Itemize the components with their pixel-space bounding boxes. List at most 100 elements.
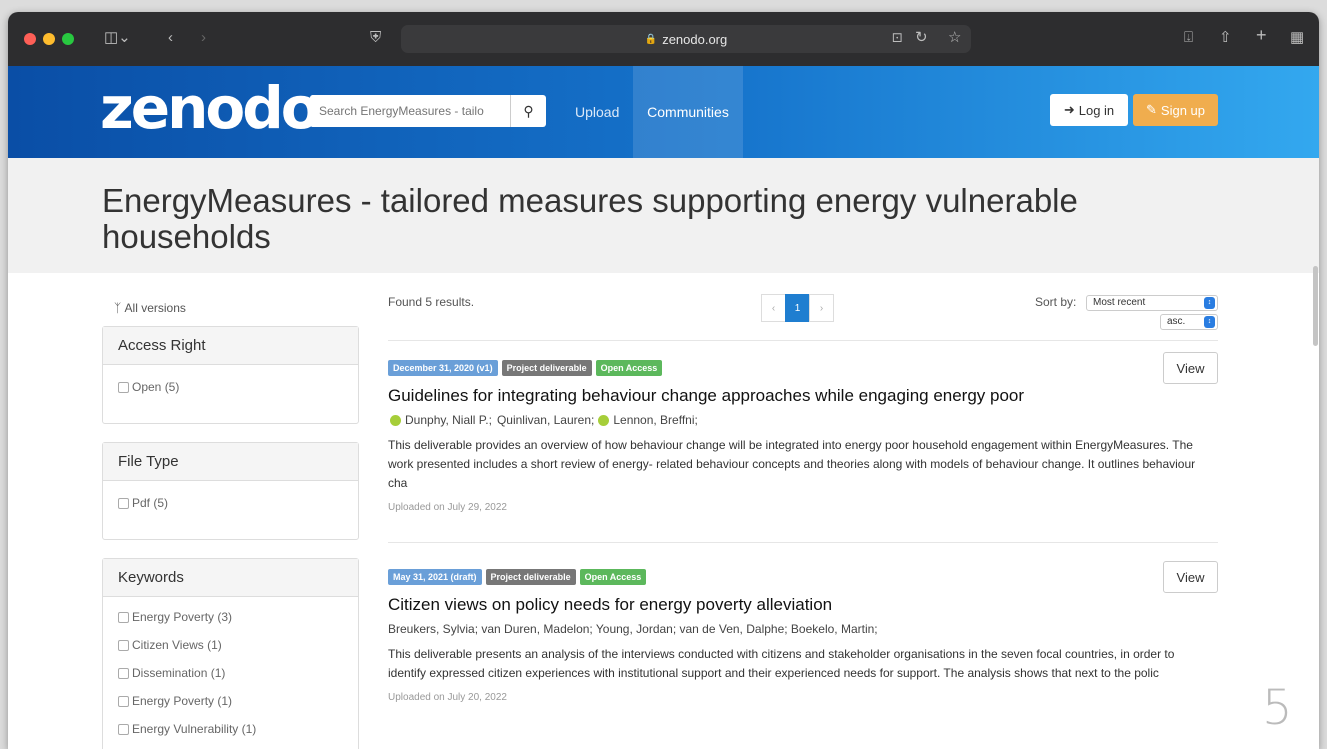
search-icon: ⚲ (523, 102, 534, 119)
share-icon[interactable]: ⇧ (1219, 29, 1232, 47)
checkbox[interactable] (118, 611, 129, 623)
facet-file-type: File Type Pdf (5) (102, 442, 359, 540)
result-record: December 31, 2020 (v1) Project deliverab… (388, 360, 1218, 513)
chevron-updown-icon: ↕ (1204, 316, 1215, 328)
main-content: ᛉ All versions Access Right Open (5) Fil… (8, 273, 1319, 749)
view-button[interactable]: View (1163, 561, 1218, 593)
access-badge: Open Access (579, 569, 647, 585)
url-text: zenodo.org (662, 31, 728, 47)
sort-select[interactable]: Most recent ↕ (1086, 295, 1218, 311)
checkbox[interactable] (118, 695, 129, 707)
orcid-icon[interactable] (598, 414, 610, 426)
search-input[interactable] (310, 95, 510, 127)
search-button[interactable]: ⚲ (510, 95, 546, 127)
record-description: This deliverable presents an analysis of… (388, 647, 1175, 680)
back-icon[interactable]: ‹ (168, 29, 173, 47)
window-controls (24, 33, 74, 45)
type-badge: Project deliverable (501, 360, 592, 376)
tab-overview-icon[interactable]: ▦ (1290, 29, 1304, 47)
sidebar-toggle-icon[interactable]: ◫⌄ (104, 29, 131, 47)
facet-item-label: Energy Poverty (1) (132, 694, 233, 708)
facet-keywords: Keywords Energy Poverty (3) Citizen View… (102, 558, 359, 749)
record-title[interactable]: Guidelines for integrating behaviour cha… (388, 386, 1218, 406)
facet-item[interactable]: Energy Poverty (1) (103, 687, 358, 715)
facet-item-label: Dissemination (1) (132, 666, 226, 680)
facet-title: File Type (103, 443, 358, 481)
divider (388, 340, 1218, 341)
view-button[interactable]: View (1163, 352, 1218, 384)
type-badge: Project deliverable (485, 569, 576, 585)
reload-icon[interactable]: ↻ (915, 29, 928, 47)
checkbox[interactable] (118, 723, 129, 735)
record-authors: Breukers, Sylvia; van Duren, Madelon; Yo… (388, 622, 1218, 636)
scrollbar[interactable] (1311, 66, 1319, 366)
signup-button[interactable]: ✎ Sign up (1133, 94, 1218, 126)
downloads-icon[interactable]: ⍗ (1184, 29, 1193, 47)
prev-page-button[interactable]: ‹ (761, 294, 786, 322)
version-badge: December 31, 2020 (v1) (388, 360, 498, 376)
facet-item[interactable]: Dissemination (1) (103, 659, 358, 687)
facet-item[interactable]: Energy Vulnerability (1) (103, 715, 358, 743)
record-badges: December 31, 2020 (v1) Project deliverab… (388, 360, 1218, 376)
scrollbar-thumb[interactable] (1313, 266, 1318, 346)
sort-select-value: Most recent (1093, 297, 1146, 308)
pagination: ‹ 1 › (761, 294, 834, 322)
nav-upload[interactable]: Upload (575, 104, 619, 120)
checkbox[interactable] (118, 667, 129, 679)
translate-icon[interactable]: ⚀ (892, 29, 902, 47)
divider (388, 542, 1218, 543)
all-versions-toggle[interactable]: ᛉ All versions (114, 301, 186, 315)
facet-access-right: Access Right Open (5) (102, 326, 359, 424)
all-versions-label: All versions (124, 301, 186, 315)
chevron-updown-icon: ↕ (1204, 297, 1215, 309)
login-label: Log in (1078, 102, 1115, 118)
record-title[interactable]: Citizen views on policy needs for energy… (388, 595, 1218, 615)
slide-number: 5 (1262, 680, 1293, 736)
facet-item[interactable]: Energy Poverty (3) (103, 603, 358, 631)
versions-icon: ᛉ (114, 301, 122, 315)
checkbox[interactable] (118, 639, 129, 651)
order-select-value: asc. (1167, 316, 1186, 327)
sort-label: Sort by: (1035, 295, 1077, 309)
access-badge: Open Access (595, 360, 663, 376)
checkbox[interactable] (118, 381, 129, 393)
edit-icon: ✎ (1146, 102, 1157, 117)
bookmark-star-icon[interactable]: ☆ (948, 29, 961, 47)
order-select[interactable]: asc. ↕ (1160, 314, 1218, 330)
zenodo-logo[interactable]: zenodo (100, 74, 321, 142)
result-record: May 31, 2021 (draft) Project deliverable… (388, 569, 1218, 703)
facet-item-label: Open (5) (132, 380, 180, 394)
shield-icon[interactable]: ⛨ (370, 29, 381, 47)
author: Quinlivan, Lauren; (496, 413, 595, 427)
search-box: ⚲ (310, 95, 546, 127)
nav-communities[interactable]: Communities (633, 66, 743, 158)
facet-item-label: Energy Poverty (3) (132, 610, 233, 624)
zoom-window-button[interactable] (62, 33, 74, 45)
minimize-window-button[interactable] (43, 33, 55, 45)
close-window-button[interactable] (24, 33, 36, 45)
address-bar[interactable]: 🔒 zenodo.org (401, 25, 971, 53)
facet-title: Access Right (103, 327, 358, 365)
page-title: EnergyMeasures - tailored measures suppo… (102, 182, 1078, 255)
author: Dunphy, Niall P.; (405, 413, 492, 427)
record-description: This deliverable provides an overview of… (388, 438, 1196, 490)
signup-label: Sign up (1160, 102, 1205, 118)
facet-item[interactable]: Pdf (5) (103, 489, 358, 517)
facet-item[interactable]: Open (5) (103, 373, 358, 401)
lock-icon: 🔒 (644, 33, 658, 45)
record-upload-date: Uploaded on July 20, 2022 (388, 692, 507, 703)
checkbox[interactable] (118, 497, 129, 509)
record-upload-date: Uploaded on July 29, 2022 (388, 502, 507, 513)
facet-item[interactable]: Citizen Views (1) (103, 631, 358, 659)
forward-icon[interactable]: › (201, 29, 206, 47)
facet-item-label: Citizen Views (1) (132, 638, 222, 652)
new-tab-icon[interactable]: + (1256, 26, 1267, 44)
login-button[interactable]: ➜ Log in (1050, 94, 1128, 126)
facet-item-label: Energy Vulnerability (1) (132, 722, 257, 736)
results-count: Found 5 results. (388, 295, 475, 309)
orcid-icon[interactable] (390, 414, 401, 426)
page-button-current[interactable]: 1 (785, 294, 810, 322)
next-page-button[interactable]: › (809, 294, 834, 322)
login-icon: ➜ (1063, 102, 1075, 117)
facet-item-label: Pdf (5) (132, 496, 169, 510)
